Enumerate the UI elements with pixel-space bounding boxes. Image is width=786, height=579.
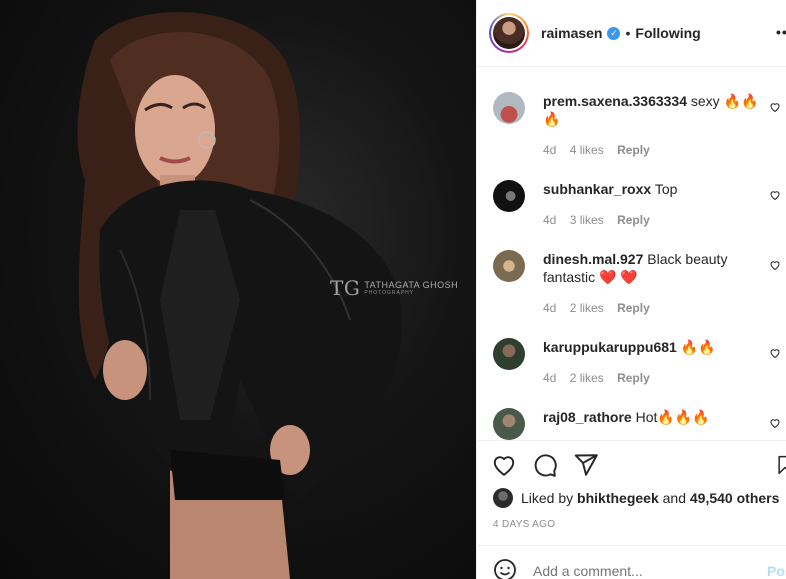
comment-likes[interactable]: 4 likes — [570, 143, 604, 157]
post-photo[interactable]: TG TATHAGATA GHOSH PHOTOGRAPHY — [0, 0, 476, 579]
comment-likes[interactable]: 2 likes — [570, 301, 604, 315]
comment-like-heart-icon[interactable] — [769, 189, 781, 201]
post-actions-bar — [491, 452, 786, 480]
comment-like-heart-icon[interactable] — [769, 101, 781, 113]
share-paper-plane-icon[interactable] — [573, 452, 599, 478]
likes-connector: and — [662, 490, 686, 506]
add-comment-bar: Post — [477, 545, 786, 579]
reply-button[interactable]: Reply — [617, 213, 650, 227]
comment-like-heart-icon[interactable] — [769, 417, 781, 429]
comment-text: Hot🔥🔥🔥 — [635, 409, 710, 425]
save-bookmark-icon[interactable] — [775, 452, 786, 478]
comment-input[interactable] — [533, 563, 753, 579]
header-separator: • — [625, 25, 631, 41]
likes-prefix: Liked by — [521, 490, 574, 506]
comment-avatar[interactable] — [493, 250, 525, 282]
verified-badge-icon: ✓ — [607, 26, 621, 40]
actions-divider — [477, 440, 786, 441]
post-header: raimasen ✓ • Following ••• — [477, 0, 786, 67]
comment-username[interactable]: prem.saxena.3363334 — [543, 93, 687, 109]
comment-meta: 4d 4 likes Reply — [543, 143, 660, 157]
comment-meta: 4d 3 likes Reply — [543, 213, 660, 227]
watermark-subtext: PHOTOGRAPHY — [364, 290, 415, 296]
comment-age: 4d — [543, 301, 557, 315]
comment-meta: 4d 2 likes Reply — [543, 371, 660, 385]
more-options-icon[interactable]: ••• — [776, 24, 786, 40]
comment-likes[interactable]: 2 likes — [570, 371, 604, 385]
emoji-smiley-icon[interactable] — [493, 558, 517, 579]
comment-text: Top — [654, 181, 678, 197]
watermark-logo: TG — [330, 276, 361, 300]
comment-text: 🔥🔥 — [680, 339, 716, 355]
comment-username[interactable]: karuppukaruppu681 — [543, 339, 677, 355]
watermark-text: TATHAGATA GHOSH — [364, 280, 459, 290]
liker-username[interactable]: bhikthegeek — [577, 490, 659, 506]
comment-like-heart-icon[interactable] — [769, 347, 781, 359]
reply-button[interactable]: Reply — [617, 371, 650, 385]
comment-age: 4d — [543, 143, 557, 157]
reply-button[interactable]: Reply — [617, 143, 650, 157]
comment-avatar[interactable] — [493, 180, 525, 212]
author-username[interactable]: raimasen — [541, 25, 602, 41]
photo-watermark: TG TATHAGATA GHOSH PHOTOGRAPHY — [330, 276, 458, 300]
comment-age: 4d — [543, 371, 557, 385]
post-timestamp[interactable]: 4 DAYS AGO — [493, 519, 555, 530]
comment-avatar[interactable] — [493, 338, 525, 370]
comment-username[interactable]: raj08_rathore — [543, 409, 632, 425]
comment-likes[interactable]: 3 likes — [570, 213, 604, 227]
comment-username[interactable]: subhankar_roxx — [543, 181, 651, 197]
likes-others-count[interactable]: 49,540 others — [690, 490, 780, 506]
comment-meta: 4d 2 likes Reply — [543, 301, 660, 315]
liker-avatar[interactable] — [493, 488, 513, 508]
like-heart-icon[interactable] — [491, 452, 517, 478]
comments-list[interactable]: prem.saxena.3363334 sexy 🔥🔥🔥 4d 4 likes … — [477, 68, 786, 440]
author-avatar[interactable] — [489, 13, 529, 53]
comment-bubble-icon[interactable] — [532, 452, 558, 478]
comment-like-heart-icon[interactable] — [769, 259, 781, 271]
post-comment-button[interactable]: Post — [767, 563, 786, 579]
comment-avatar[interactable] — [493, 408, 525, 440]
comment-username[interactable]: dinesh.mal.927 — [543, 251, 643, 267]
comment-age: 4d — [543, 213, 557, 227]
reply-button[interactable]: Reply — [617, 301, 650, 315]
post-side-panel: raimasen ✓ • Following ••• prem.saxena.3… — [476, 0, 786, 579]
likes-summary: Liked by bhikthegeek and 49,540 others — [493, 488, 779, 508]
comment-avatar[interactable] — [493, 92, 525, 124]
following-button[interactable]: Following — [635, 25, 700, 41]
